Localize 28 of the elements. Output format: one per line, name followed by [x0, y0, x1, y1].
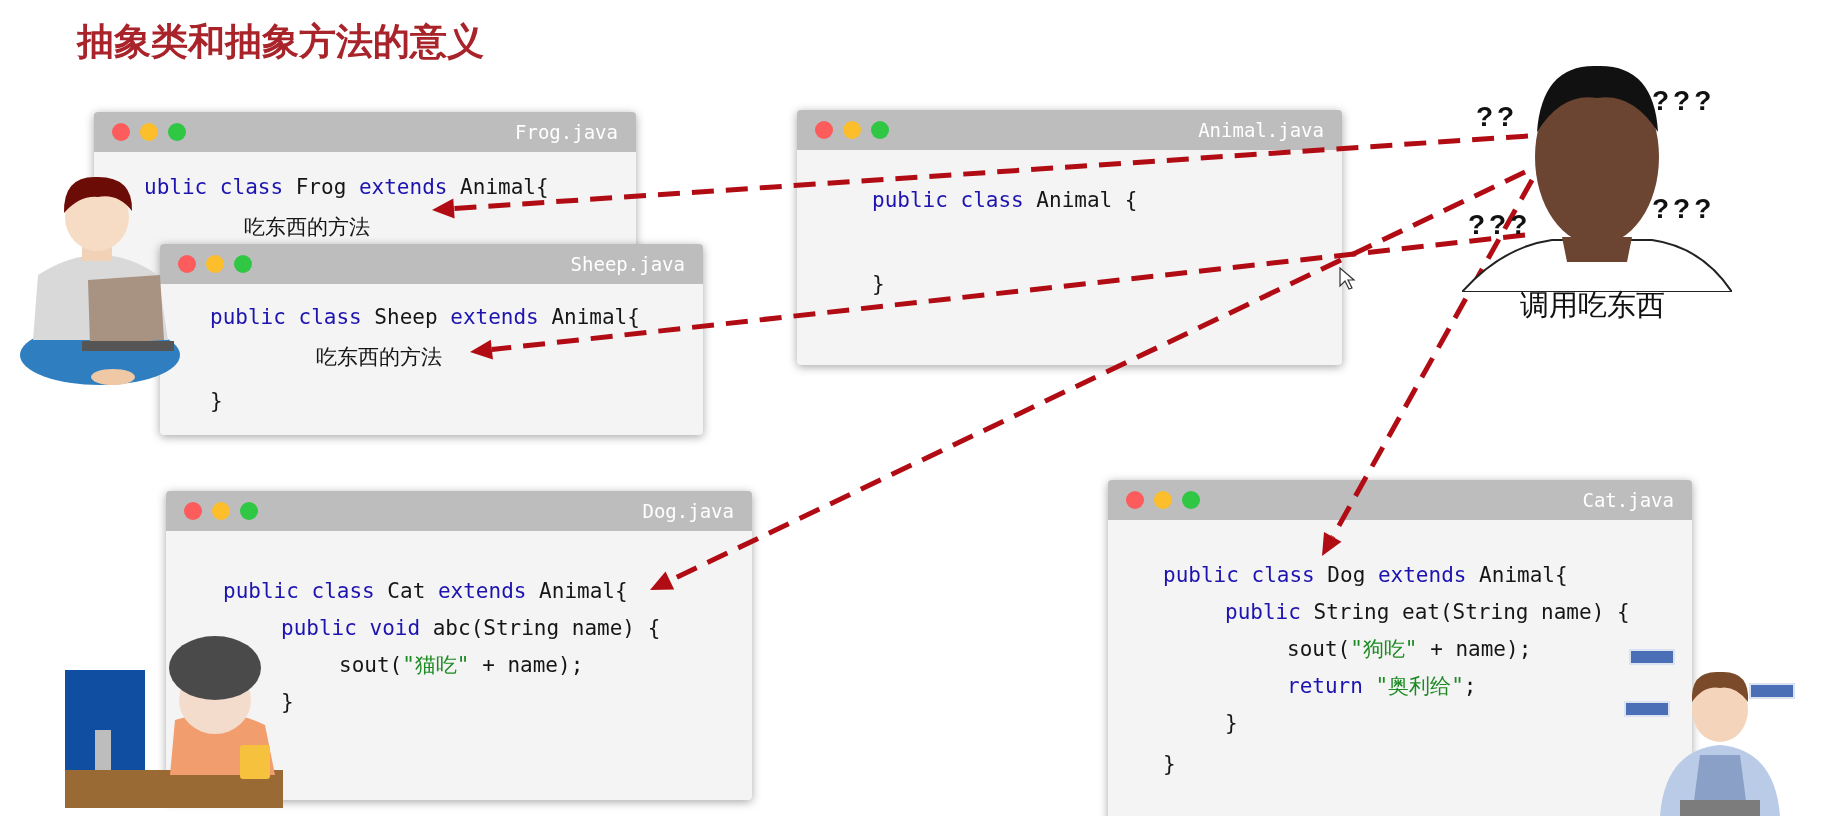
- code-line: }: [210, 388, 223, 415]
- window-filename: Sheep.java: [570, 251, 685, 277]
- question-marks: ??: [1476, 100, 1519, 134]
- code-line: 吃东西的方法: [244, 214, 370, 241]
- code-line: public class Dog extends Animal{: [1163, 562, 1568, 589]
- code-line: }: [1163, 751, 1176, 778]
- window-filename: Cat.java: [1582, 487, 1674, 513]
- slide-title: 抽象类和抽象方法的意义: [77, 20, 484, 64]
- code-line: public class Animal {: [872, 187, 1138, 214]
- question-marks: ???: [1652, 192, 1716, 226]
- code-line: }: [872, 271, 885, 298]
- code-line: public class Sheep extends Animal{: [210, 304, 640, 331]
- code-line: sout("狗吃" + name);: [1287, 636, 1532, 663]
- code-line: public void abc(String name) {: [281, 615, 661, 642]
- code-line: public class Cat extends Animal{: [223, 578, 628, 605]
- code-line: return "奥利给";: [1287, 673, 1477, 700]
- code-line: }: [1225, 710, 1238, 737]
- question-marks: ???: [1652, 84, 1716, 118]
- window-filename: Dog.java: [642, 498, 734, 524]
- code-line: public String eat(String name) {: [1225, 599, 1630, 626]
- code-line: }: [281, 689, 294, 716]
- window-filename: Animal.java: [1198, 117, 1324, 143]
- code-line: ublic class Frog extends Animal{: [144, 174, 549, 201]
- question-marks: ???: [1468, 208, 1532, 242]
- code-line: 吃东西的方法: [316, 344, 442, 371]
- code-line: sout("猫吃" + name);: [339, 652, 584, 679]
- figure-caption: 调用吃东西: [1520, 288, 1665, 323]
- window-filename: Frog.java: [515, 119, 618, 145]
